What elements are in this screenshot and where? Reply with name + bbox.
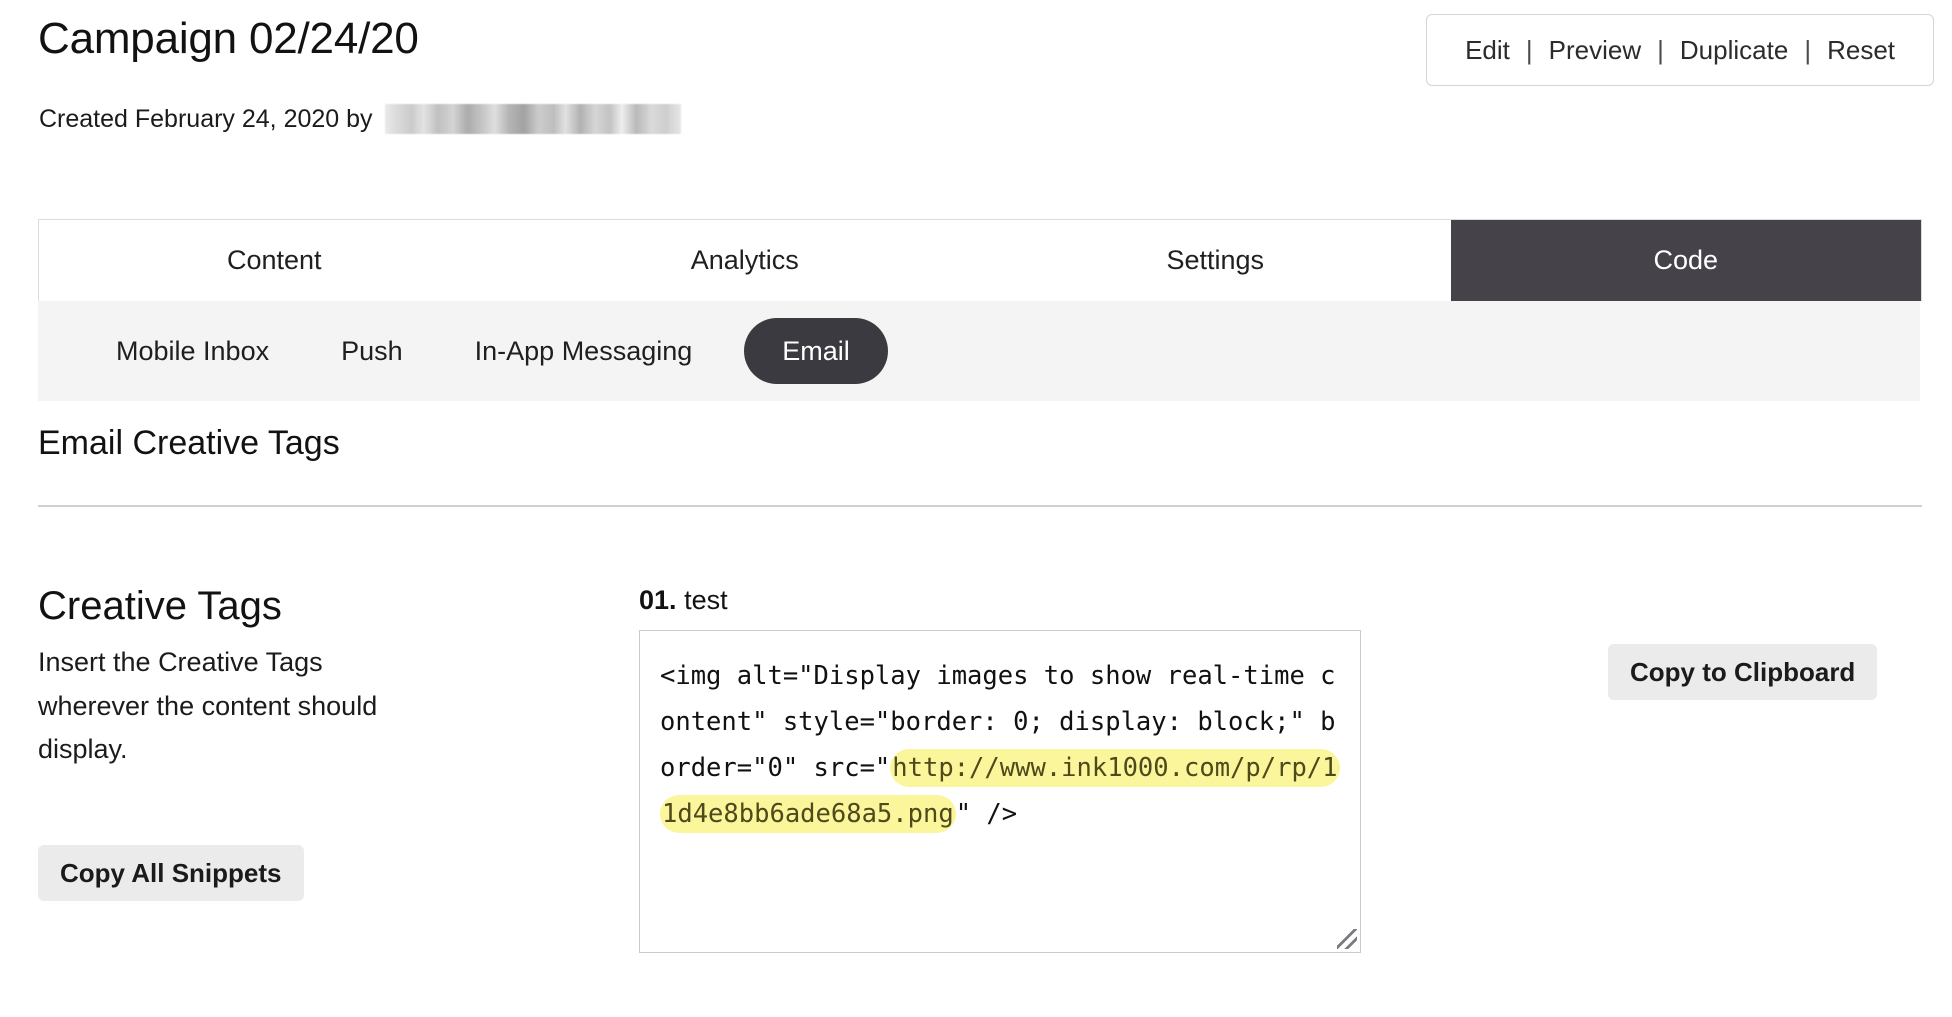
textarea-resize-handle-icon[interactable] bbox=[1337, 929, 1357, 949]
copy-to-clipboard-button[interactable]: Copy to Clipboard bbox=[1608, 644, 1877, 700]
copy-all-snippets-wrap: Copy All Snippets bbox=[38, 845, 304, 901]
tab-analytics[interactable]: Analytics bbox=[510, 220, 981, 301]
created-by-text: Created February 24, 2020 by bbox=[39, 105, 373, 134]
snippet-label: 01. test bbox=[639, 585, 1529, 616]
action-separator: | bbox=[1657, 35, 1664, 66]
creative-tags-description: Insert the Creative Tags wherever the co… bbox=[38, 641, 433, 772]
snippet-code-textarea[interactable]: <img alt="Display images to show real-ti… bbox=[639, 630, 1361, 953]
subtab-push[interactable]: Push bbox=[305, 336, 439, 367]
copy-all-snippets-button[interactable]: Copy All Snippets bbox=[38, 845, 304, 901]
snippet-name: test bbox=[684, 585, 728, 615]
reset-button[interactable]: Reset bbox=[1811, 35, 1911, 66]
snippet-column: 01. test <img alt="Display images to sho… bbox=[639, 585, 1529, 953]
action-bar: Edit | Preview | Duplicate | Reset bbox=[1426, 14, 1934, 86]
tab-code[interactable]: Code bbox=[1451, 220, 1922, 301]
page-header: Campaign 02/24/20 Created February 24, 2… bbox=[0, 0, 1952, 200]
tab-content[interactable]: Content bbox=[39, 220, 510, 301]
page-title: Campaign 02/24/20 bbox=[38, 14, 419, 64]
action-separator: | bbox=[1804, 35, 1811, 66]
subtab-email[interactable]: Email bbox=[744, 318, 888, 384]
section-divider bbox=[38, 505, 1922, 507]
action-separator: | bbox=[1526, 35, 1533, 66]
copy-to-clipboard-wrap: Copy to Clipboard bbox=[1608, 644, 1877, 700]
creative-tags-heading: Creative Tags bbox=[38, 585, 458, 627]
preview-button[interactable]: Preview bbox=[1533, 35, 1657, 66]
channel-subtab-bar: Mobile Inbox Push In-App Messaging Email bbox=[38, 301, 1920, 401]
snippet-index: 01. bbox=[639, 585, 677, 615]
duplicate-button[interactable]: Duplicate bbox=[1664, 35, 1804, 66]
subtab-in-app-messaging[interactable]: In-App Messaging bbox=[439, 336, 729, 367]
tab-settings[interactable]: Settings bbox=[980, 220, 1451, 301]
creative-tags-info: Creative Tags Insert the Creative Tags w… bbox=[38, 585, 458, 772]
redacted-author-name: [redacted] bbox=[385, 104, 681, 134]
edit-button[interactable]: Edit bbox=[1449, 35, 1526, 66]
created-by-line: Created February 24, 2020 by [redacted] bbox=[39, 104, 681, 134]
section-title: Email Creative Tags bbox=[38, 424, 340, 463]
code-part-two: " /> bbox=[956, 799, 1017, 829]
main-tab-bar: Content Analytics Settings Code bbox=[38, 219, 1922, 301]
subtab-mobile-inbox[interactable]: Mobile Inbox bbox=[80, 336, 305, 367]
snippet-code-text: <img alt="Display images to show real-ti… bbox=[660, 653, 1340, 837]
